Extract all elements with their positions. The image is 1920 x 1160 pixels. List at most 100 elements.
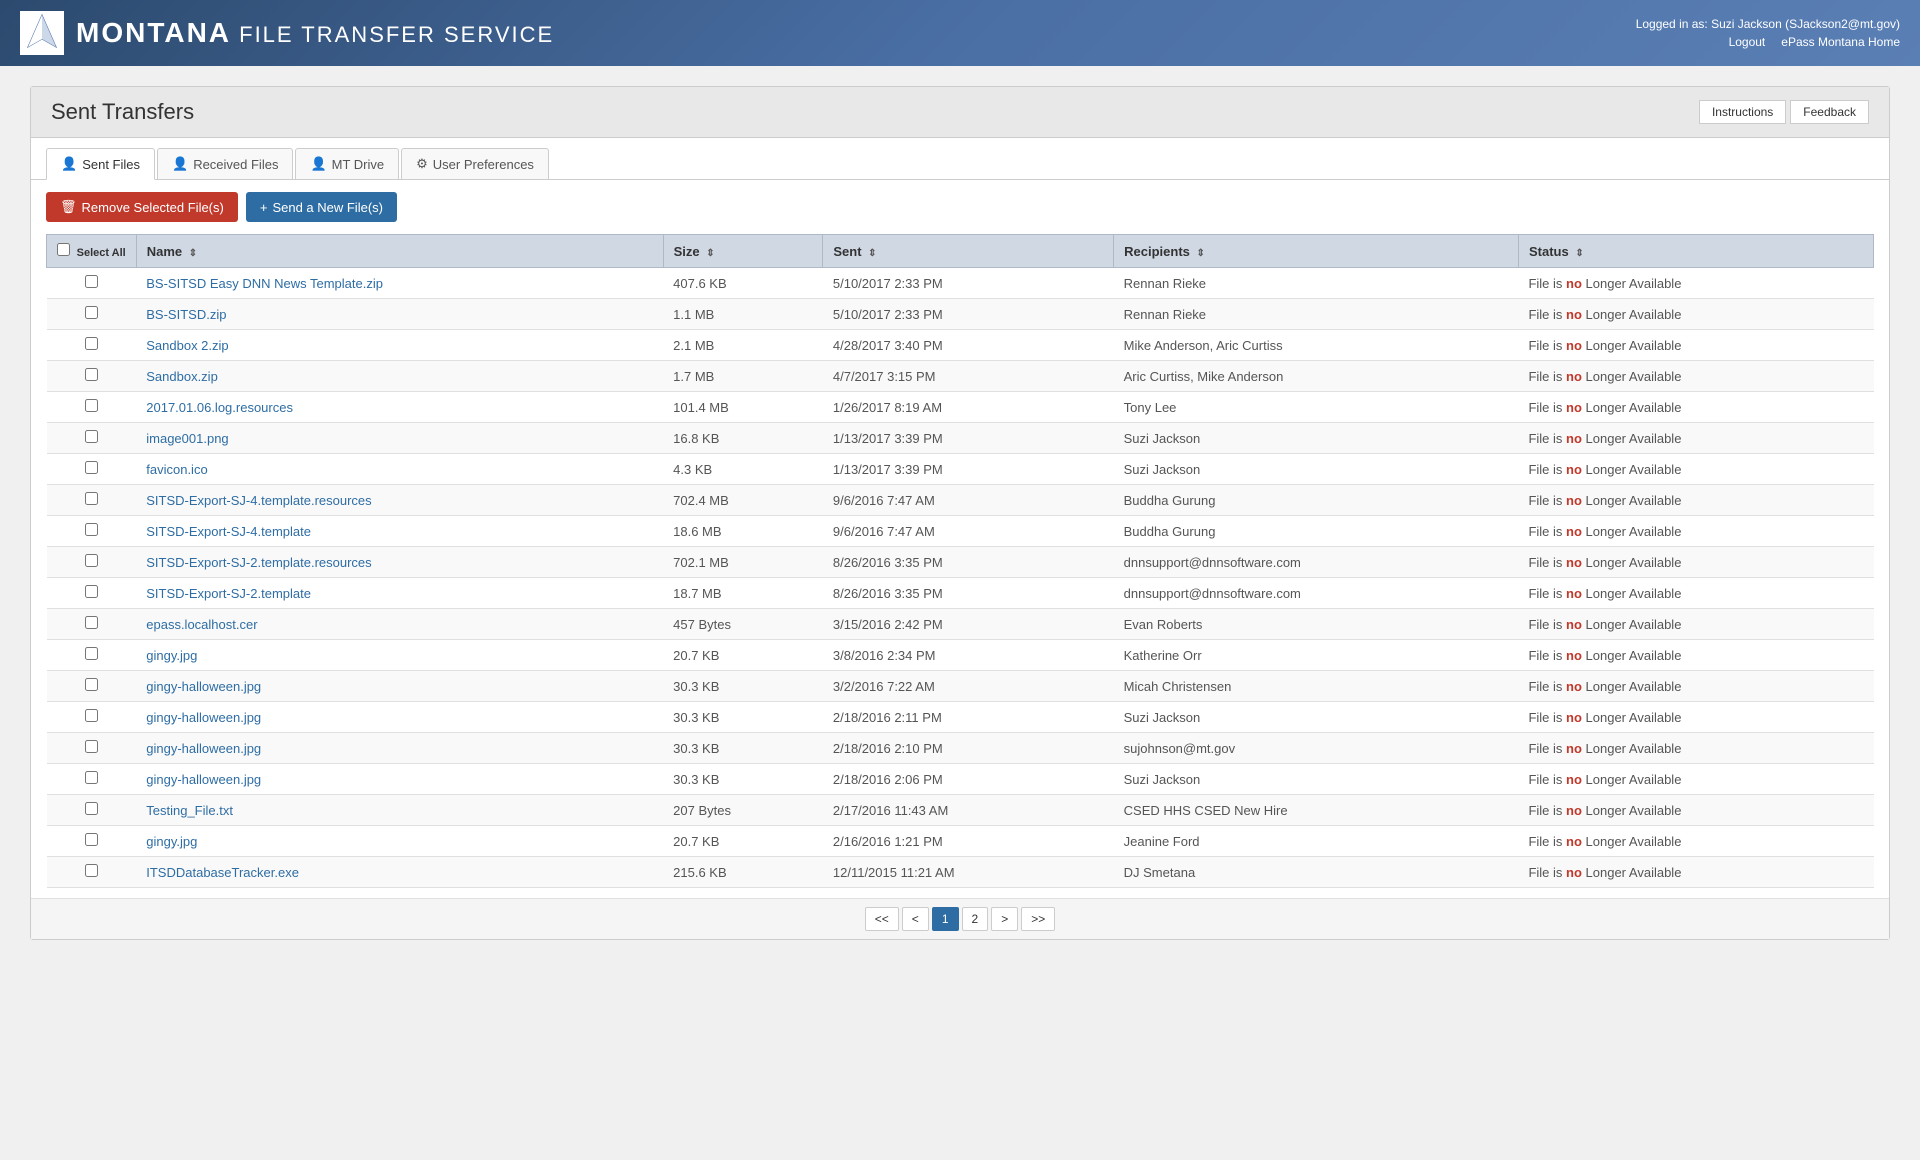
row-checkbox-cell <box>47 764 137 795</box>
file-link-4[interactable]: 2017.01.06.log.resources <box>146 400 293 415</box>
file-link-0[interactable]: BS-SITSD Easy DNN News Template.zip <box>146 276 383 291</box>
pagination-page-1[interactable]: 1 <box>932 907 959 931</box>
feedback-button[interactable]: Feedback <box>1790 100 1869 124</box>
row-checkbox-cell <box>47 857 137 888</box>
row-name: epass.localhost.cer <box>136 609 663 640</box>
row-size: 207 Bytes <box>663 795 823 826</box>
file-link-5[interactable]: image001.png <box>146 431 228 446</box>
status-no-text: no <box>1566 586 1582 601</box>
row-recipients: Katherine Orr <box>1114 640 1519 671</box>
row-checkbox-6[interactable] <box>85 461 98 474</box>
row-size: 1.1 MB <box>663 299 823 330</box>
file-link-9[interactable]: SITSD-Export-SJ-2.template.resources <box>146 555 371 570</box>
row-status: File is no Longer Available <box>1518 454 1873 485</box>
row-recipients: Suzi Jackson <box>1114 702 1519 733</box>
row-name: ITSDDatabaseTracker.exe <box>136 857 663 888</box>
row-checkbox-19[interactable] <box>85 864 98 877</box>
row-name: SITSD-Export-SJ-2.template.resources <box>136 547 663 578</box>
row-name: gingy.jpg <box>136 640 663 671</box>
row-status: File is no Longer Available <box>1518 268 1873 299</box>
row-sent: 3/15/2016 2:42 PM <box>823 609 1114 640</box>
row-checkbox-2[interactable] <box>85 337 98 350</box>
brand-thin: FILE TRANSFER SERVICE <box>231 22 554 47</box>
tab-user-preferences[interactable]: ⚙User Preferences <box>401 148 549 179</box>
table-row: SITSD-Export-SJ-2.template 18.7 MB 8/26/… <box>47 578 1874 609</box>
file-link-13[interactable]: gingy-halloween.jpg <box>146 679 261 694</box>
row-recipients: Suzi Jackson <box>1114 423 1519 454</box>
pagination-next[interactable]: > <box>991 907 1018 931</box>
row-checkbox-17[interactable] <box>85 802 98 815</box>
row-checkbox-7[interactable] <box>85 492 98 505</box>
tab-mt-drive[interactable]: 👤MT Drive <box>295 148 399 179</box>
remove-files-button[interactable]: 🗑 Remove Selected File(s) <box>46 192 238 222</box>
col-size[interactable]: Size ⇕ <box>663 235 823 268</box>
row-checkbox-1[interactable] <box>85 306 98 319</box>
row-checkbox-12[interactable] <box>85 647 98 660</box>
pagination-last[interactable]: >> <box>1021 907 1055 931</box>
row-recipients: DJ Smetana <box>1114 857 1519 888</box>
row-checkbox-8[interactable] <box>85 523 98 536</box>
col-status[interactable]: Status ⇕ <box>1518 235 1873 268</box>
row-size: 20.7 KB <box>663 826 823 857</box>
pagination-prev[interactable]: < <box>902 907 929 931</box>
row-status: File is no Longer Available <box>1518 609 1873 640</box>
row-checkbox-11[interactable] <box>85 616 98 629</box>
row-checkbox-10[interactable] <box>85 585 98 598</box>
file-link-18[interactable]: gingy.jpg <box>146 834 197 849</box>
row-name: image001.png <box>136 423 663 454</box>
epass-link[interactable]: ePass Montana Home <box>1781 35 1900 49</box>
row-status: File is no Longer Available <box>1518 485 1873 516</box>
file-link-7[interactable]: SITSD-Export-SJ-4.template.resources <box>146 493 371 508</box>
file-link-11[interactable]: epass.localhost.cer <box>146 617 257 632</box>
file-link-15[interactable]: gingy-halloween.jpg <box>146 741 261 756</box>
table-row: SITSD-Export-SJ-4.template 18.6 MB 9/6/2… <box>47 516 1874 547</box>
tab-icon-received-files: 👤 <box>172 156 188 172</box>
file-link-17[interactable]: Testing_File.txt <box>146 803 233 818</box>
col-name[interactable]: Name ⇕ <box>136 235 663 268</box>
row-checkbox-cell <box>47 702 137 733</box>
row-checkbox-4[interactable] <box>85 399 98 412</box>
file-link-8[interactable]: SITSD-Export-SJ-4.template <box>146 524 311 539</box>
row-checkbox-16[interactable] <box>85 771 98 784</box>
row-size: 702.1 MB <box>663 547 823 578</box>
row-status: File is no Longer Available <box>1518 702 1873 733</box>
col-recipients[interactable]: Recipients ⇕ <box>1114 235 1519 268</box>
row-recipients: Micah Christensen <box>1114 671 1519 702</box>
row-recipients: CSED HHS CSED New Hire <box>1114 795 1519 826</box>
row-checkbox-3[interactable] <box>85 368 98 381</box>
pagination-page-2[interactable]: 2 <box>962 907 989 931</box>
file-link-16[interactable]: gingy-halloween.jpg <box>146 772 261 787</box>
file-link-2[interactable]: Sandbox 2.zip <box>146 338 228 353</box>
file-link-3[interactable]: Sandbox.zip <box>146 369 218 384</box>
main-container: Sent Transfers Instructions Feedback 👤Se… <box>30 86 1890 940</box>
file-link-19[interactable]: ITSDDatabaseTracker.exe <box>146 865 299 880</box>
send-label: Send a New File(s) <box>272 200 383 215</box>
file-link-14[interactable]: gingy-halloween.jpg <box>146 710 261 725</box>
row-checkbox-15[interactable] <box>85 740 98 753</box>
tab-icon-mt-drive: 👤 <box>310 156 326 172</box>
tab-received-files[interactable]: 👤Received Files <box>157 148 293 179</box>
select-all-checkbox[interactable] <box>57 243 70 256</box>
file-link-1[interactable]: BS-SITSD.zip <box>146 307 226 322</box>
logout-link[interactable]: Logout <box>1729 35 1766 49</box>
row-checkbox-5[interactable] <box>85 430 98 443</box>
row-checkbox-14[interactable] <box>85 709 98 722</box>
row-checkbox-cell <box>47 733 137 764</box>
file-link-6[interactable]: favicon.ico <box>146 462 207 477</box>
row-sent: 2/18/2016 2:11 PM <box>823 702 1114 733</box>
file-link-12[interactable]: gingy.jpg <box>146 648 197 663</box>
row-checkbox-9[interactable] <box>85 554 98 567</box>
send-files-button[interactable]: + Send a New File(s) <box>246 192 397 222</box>
tab-sent-files[interactable]: 👤Sent Files <box>46 148 155 180</box>
pagination-first[interactable]: << <box>865 907 899 931</box>
action-bar: 🗑 Remove Selected File(s) + Send a New F… <box>31 180 1889 234</box>
row-size: 30.3 KB <box>663 671 823 702</box>
table-row: SITSD-Export-SJ-2.template.resources 702… <box>47 547 1874 578</box>
row-checkbox-0[interactable] <box>85 275 98 288</box>
col-sent[interactable]: Sent ⇕ <box>823 235 1114 268</box>
row-checkbox-18[interactable] <box>85 833 98 846</box>
row-checkbox-13[interactable] <box>85 678 98 691</box>
row-size: 18.6 MB <box>663 516 823 547</box>
instructions-button[interactable]: Instructions <box>1699 100 1786 124</box>
file-link-10[interactable]: SITSD-Export-SJ-2.template <box>146 586 311 601</box>
